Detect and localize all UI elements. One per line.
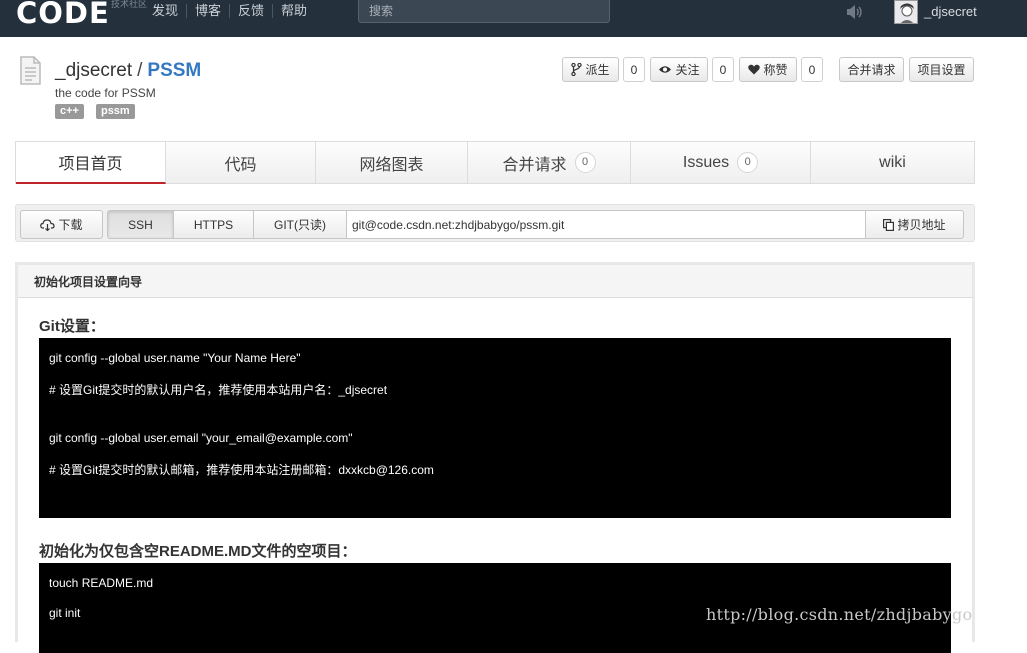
protocol-ssh-button[interactable]: SSH [107, 210, 174, 239]
nav-link-help[interactable]: 帮助 [273, 4, 315, 18]
clone-url-field[interactable]: git@code.csdn.net:zhdjbabygo/pssm.git [346, 210, 866, 239]
git-settings-title: Git设置： [39, 318, 105, 335]
eye-icon [659, 66, 672, 73]
heart-icon [748, 64, 761, 75]
copy-icon [883, 218, 895, 231]
fork-button[interactable]: 派生 [562, 57, 619, 82]
tag-cpp[interactable]: c++ [55, 104, 84, 119]
init-project-title: 初始化为仅包含空README.MD文件的空项目： [39, 543, 357, 560]
code-line: touch README.md [49, 576, 154, 590]
tag-pssm[interactable]: pssm [95, 104, 135, 119]
search-box [358, 0, 610, 23]
tab-project-home[interactable]: 项目首页 [16, 142, 166, 184]
fork-icon [571, 63, 583, 76]
git-config-code-block: git config --global user.name "Your Name… [39, 338, 951, 518]
star-label: 称赞 [763, 63, 788, 77]
protocol-git-readonly-button[interactable]: GIT(只读) [253, 210, 347, 239]
setup-wizard-header: 初始化项目设置向导 [18, 265, 972, 298]
download-button[interactable]: 下载 [20, 210, 103, 239]
blog-watermark: http://blog.csdn.net/zhdjbabygo [706, 605, 973, 624]
tab-label: 代码 [224, 156, 257, 174]
issues-count-badge: 0 [737, 152, 759, 173]
merge-requests-count-badge: 0 [574, 152, 596, 173]
watch-label: 关注 [675, 63, 700, 77]
watch-button[interactable]: 关注 [650, 57, 708, 82]
setup-wizard-panel: 初始化项目设置向导 Git设置： git config --global use… [15, 262, 975, 653]
logo-subtitle: 技术社区 [111, 0, 148, 9]
star-count[interactable]: 0 [801, 57, 823, 82]
repo-owner-link[interactable]: _djsecret [55, 60, 132, 81]
top-navbar: CODE 技术社区 发现 博客 反馈 帮助 _djsecret [0, 0, 1027, 37]
top-nav-links: 发现 博客 反馈 帮助 [152, 4, 315, 18]
code-line: git config --global user.name "Your Name… [49, 351, 301, 365]
nav-link-discover[interactable]: 发现 [152, 4, 188, 18]
repository-icon [20, 56, 41, 85]
tab-issues[interactable]: Issues 0 [631, 142, 811, 183]
avatar[interactable] [894, 0, 918, 24]
search-input[interactable] [359, 0, 609, 22]
user-name[interactable]: _djsecret [924, 4, 977, 19]
tab-label: wiki [879, 153, 906, 171]
nav-link-feedback[interactable]: 反馈 [230, 4, 274, 18]
code-line: # 设置Git提交时的默认用户名，推荐使用本站用户名：_djsecret [49, 383, 388, 397]
fork-count[interactable]: 0 [623, 57, 645, 82]
project-tabs: 项目首页 代码 网络图表 合并请求 0 Issues 0 wiki [15, 141, 975, 184]
repo-description: the code for PSSM [55, 86, 156, 100]
watch-count[interactable]: 0 [712, 57, 734, 82]
repo-tags: c++ pssm [55, 104, 135, 119]
project-settings-button[interactable]: 项目设置 [909, 57, 974, 82]
code-line: # 设置Git提交时的默认邮箱，推荐使用本站注册邮箱：dxxkcb@126.co… [49, 463, 434, 477]
cloud-download-icon [40, 218, 56, 231]
star-button[interactable]: 称赞 [739, 57, 797, 82]
tab-code[interactable]: 代码 [166, 142, 316, 183]
clone-bar: 下载 SSH HTTPS GIT(只读) git@code.csdn.net:z… [15, 204, 975, 242]
repo-title-separator: / [137, 60, 143, 81]
user-avatar-icon [895, 1, 917, 23]
tab-label: 网络图表 [359, 156, 424, 174]
code-line: git init [49, 606, 81, 620]
copy-url-label: 拷贝地址 [897, 218, 946, 232]
nav-link-blog[interactable]: 博客 [187, 4, 231, 18]
code-logo[interactable]: CODE [16, 0, 110, 30]
tab-wiki[interactable]: wiki [811, 142, 974, 183]
repo-title: _djsecret / PSSM [55, 60, 201, 82]
tab-merge-requests[interactable]: 合并请求 0 [468, 142, 631, 183]
tab-label: 项目首页 [58, 156, 123, 173]
tab-network-graph[interactable]: 网络图表 [316, 142, 468, 183]
fork-label: 派生 [585, 63, 610, 77]
download-label: 下载 [58, 218, 83, 232]
code-line: git config --global user.email "your_ema… [49, 431, 353, 445]
copy-url-button[interactable]: 拷贝地址 [865, 210, 964, 239]
speaker-icon[interactable] [845, 4, 863, 20]
protocol-https-button[interactable]: HTTPS [173, 210, 254, 239]
repo-name-link[interactable]: PSSM [147, 60, 201, 81]
tab-label: 合并请求 [502, 156, 567, 174]
merge-request-button[interactable]: 合并请求 [839, 57, 904, 82]
tab-label: Issues [682, 153, 730, 171]
